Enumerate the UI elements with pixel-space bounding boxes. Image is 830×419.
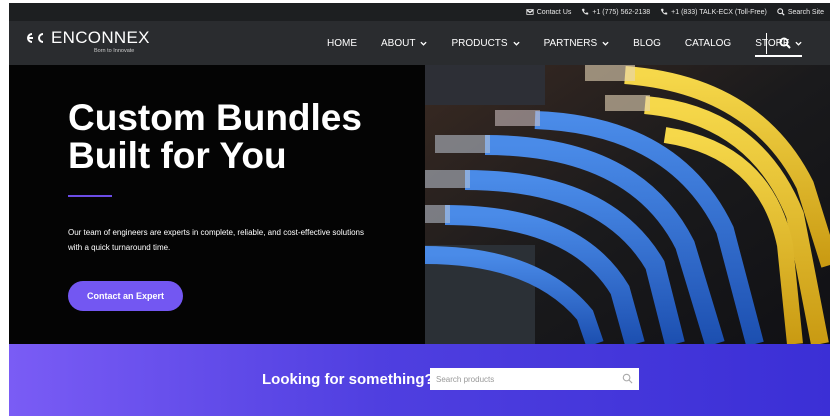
logo[interactable]: ENCONNEX Born to Innovate	[24, 28, 150, 54]
contact-us-link[interactable]: Contact Us	[525, 8, 572, 16]
page: Contact Us +1 (775) 562-2138 +1 (833) TA…	[0, 0, 830, 419]
phone-icon	[660, 8, 668, 15]
nav-divider	[766, 33, 767, 54]
logo-tagline: Born to Innovate	[94, 48, 135, 54]
hero-section: Custom Bundles Built for You Our team of…	[9, 65, 830, 344]
nav-item-home[interactable]: HOME	[327, 21, 357, 65]
product-search-input[interactable]	[430, 368, 639, 390]
contact-expert-button[interactable]: Contact an Expert	[68, 281, 183, 311]
search-site-link[interactable]: Search Site	[777, 8, 824, 16]
search-icon	[777, 8, 785, 16]
nav-item-label: CATALOG	[684, 37, 732, 49]
phone-1-label: +1 (775) 562-2138	[592, 8, 651, 16]
nav-item-products[interactable]: PRODUCTS	[451, 21, 520, 65]
chevron-down-icon	[512, 41, 520, 46]
nav-item-label: PRODUCTS	[451, 37, 508, 49]
nav-item-blog[interactable]: BLOG	[633, 21, 661, 65]
nav-item-catalog[interactable]: CATALOG	[685, 21, 731, 65]
product-search-field	[430, 368, 639, 390]
nav-item-label: PARTNERS	[543, 37, 598, 49]
search-icon[interactable]	[622, 373, 633, 384]
phone-link-2[interactable]: +1 (833) TALK-ECX (Toll-Free)	[660, 8, 767, 16]
network-cables-image	[425, 65, 830, 344]
hero-title-line-2: Built for You	[68, 135, 287, 176]
search-icon[interactable]	[779, 37, 791, 49]
phone-icon	[582, 8, 589, 15]
product-search-band: Looking for something?	[9, 344, 830, 416]
main-nav: ENCONNEX Born to Innovate HOME ABOUT PRO…	[9, 21, 830, 65]
logo-wordmark: ENCONNEX	[51, 28, 150, 47]
chevron-down-icon	[602, 41, 609, 46]
enconnex-logo-icon	[27, 33, 44, 43]
utility-bar: Contact Us +1 (775) 562-2138 +1 (833) TA…	[9, 3, 830, 21]
hero-accent-rule	[68, 195, 112, 197]
nav-menu: HOME ABOUT PRODUCTS PARTNERS BLOG CATALO…	[327, 21, 826, 65]
hero-description: Our team of engineers are experts in com…	[68, 228, 365, 252]
hero-title-line-1: Custom Bundles	[68, 97, 362, 138]
search-site-label: Search Site	[787, 8, 824, 16]
search-band-label: Looking for something?	[262, 371, 434, 388]
phone-2-label: +1 (833) TALK-ECX (Toll-Free)	[671, 8, 767, 16]
phone-link-1[interactable]: +1 (775) 562-2138	[581, 8, 650, 16]
nav-item-label: BLOG	[633, 37, 661, 49]
nav-item-label: ABOUT	[381, 37, 416, 49]
mail-icon	[525, 9, 534, 15]
contact-us-label: Contact Us	[536, 8, 572, 16]
nav-item-partners[interactable]: PARTNERS	[544, 21, 610, 65]
nav-item-label: HOME	[327, 37, 357, 49]
hero-title: Custom Bundles Built for You	[68, 99, 408, 175]
chevron-down-icon	[420, 41, 428, 46]
chevron-down-icon	[794, 41, 802, 46]
nav-item-about[interactable]: ABOUT	[381, 21, 428, 65]
